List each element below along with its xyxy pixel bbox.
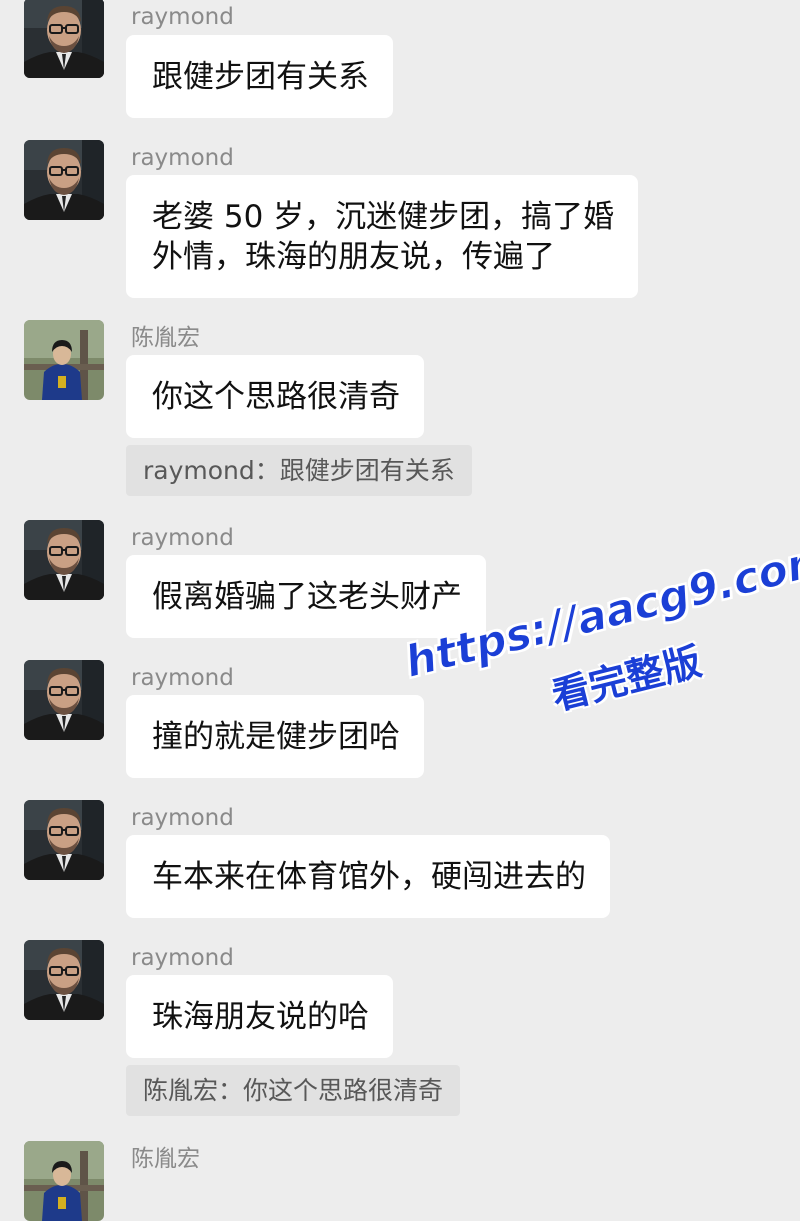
sender-name: raymond <box>131 805 234 831</box>
message-bubble[interactable]: 老婆 50 岁，沉迷健步团，搞了婚 外情，珠海的朋友说，传遍了 <box>126 175 639 298</box>
raymond-avatar-icon <box>24 520 104 600</box>
raymond-avatar-icon <box>24 800 104 880</box>
sender-name: 陈胤宏 <box>131 1146 200 1172</box>
avatar[interactable] <box>24 320 104 400</box>
sender-name: raymond <box>131 525 234 551</box>
message-bubble[interactable]: 珠海朋友说的哈 <box>126 975 393 1058</box>
sender-name: raymond <box>131 945 234 971</box>
avatar[interactable] <box>24 1141 104 1221</box>
message-bubble[interactable]: 跟健步团有关系 <box>126 35 393 118</box>
message-bubble[interactable]: 你这个思路很清奇 <box>126 355 424 438</box>
quoted-reply[interactable]: raymond：跟健步团有关系 <box>126 445 472 496</box>
raymond-avatar-icon <box>24 0 104 78</box>
sender-name: 陈胤宏 <box>131 325 200 351</box>
avatar[interactable] <box>24 0 104 78</box>
sender-name: raymond <box>131 145 234 171</box>
avatar[interactable] <box>24 520 104 600</box>
raymond-avatar-icon <box>24 660 104 740</box>
sender-name: raymond <box>131 665 234 691</box>
raymond-avatar-icon <box>24 140 104 220</box>
avatar[interactable] <box>24 940 104 1020</box>
avatar[interactable] <box>24 660 104 740</box>
child-avatar-icon <box>24 1141 104 1221</box>
avatar[interactable] <box>24 800 104 880</box>
message-bubble[interactable]: 撞的就是健步团哈 <box>126 695 424 778</box>
raymond-avatar-icon <box>24 940 104 1020</box>
message-bubble[interactable]: 车本来在体育馆外，硬闯进去的 <box>126 835 610 918</box>
child-avatar-icon <box>24 320 104 400</box>
quoted-reply[interactable]: 陈胤宏：你这个思路很清奇 <box>126 1065 461 1116</box>
sender-name: raymond <box>131 4 234 30</box>
avatar[interactable] <box>24 140 104 220</box>
